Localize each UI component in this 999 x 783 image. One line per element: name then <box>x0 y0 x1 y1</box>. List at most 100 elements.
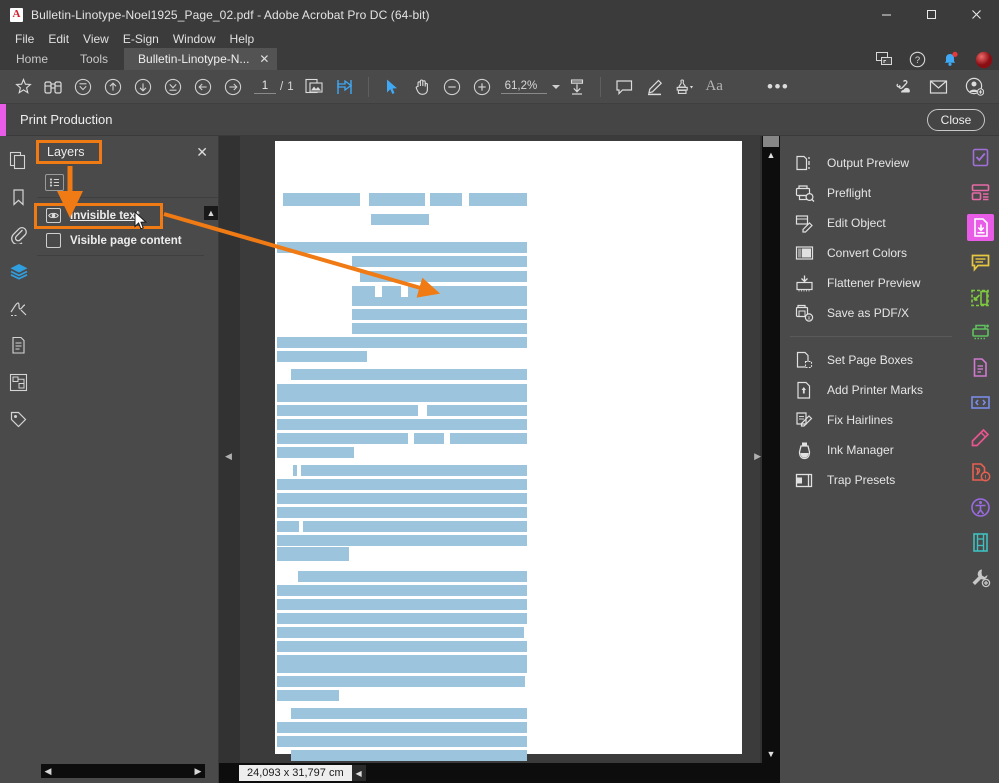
tool-output-preview[interactable]: Output Preview <box>780 148 962 178</box>
menu-edit[interactable]: Edit <box>41 30 76 48</box>
feedback-icon[interactable] <box>875 50 894 69</box>
notification-bell-icon[interactable] <box>941 50 960 69</box>
tab-document[interactable]: Bulletin-Linotype-N... ✕ <box>124 48 277 70</box>
status-collapse-icon[interactable]: ◀ <box>352 765 366 781</box>
layers-panel-vertical-scrollbar[interactable]: ▲ ▼ <box>204 206 218 783</box>
document-icon[interactable] <box>7 333 31 357</box>
attachments-icon[interactable] <box>7 222 31 246</box>
create-pdf-icon[interactable] <box>967 354 994 381</box>
fit-width-icon[interactable] <box>330 72 360 102</box>
layers-icon[interactable] <box>7 259 31 283</box>
menu-esign[interactable]: E-Sign <box>116 30 166 48</box>
menu-window[interactable]: Window <box>166 30 223 48</box>
document-scroll-up-icon[interactable]: ▲ <box>762 148 780 162</box>
star-icon[interactable] <box>8 72 38 102</box>
layer-row-visible-page-content[interactable]: Visible page content <box>37 229 218 252</box>
layer-row-invisible-text[interactable]: Invisible text <box>37 204 218 227</box>
back-icon[interactable] <box>188 72 218 102</box>
protect-icon[interactable]: ! <box>967 459 994 486</box>
menu-file[interactable]: File <box>8 30 41 48</box>
share-link-icon[interactable] <box>887 72 917 102</box>
scroll-up-icon[interactable]: ▲ <box>204 206 218 220</box>
zoom-in-icon[interactable] <box>467 72 497 102</box>
collapse-right-panel-icon[interactable]: ▶ <box>754 451 761 462</box>
user-avatar[interactable] <box>974 50 993 69</box>
more-tools-icon[interactable]: ••• <box>763 72 793 102</box>
content-icon[interactable] <box>7 370 31 394</box>
tab-close-icon[interactable]: ✕ <box>259 52 269 66</box>
prepare-form-icon[interactable] <box>967 389 994 416</box>
add-user-icon[interactable] <box>959 72 989 102</box>
first-page-icon[interactable] <box>68 72 98 102</box>
bookmarks-icon[interactable] <box>7 185 31 209</box>
edit-pdf-icon[interactable] <box>967 424 994 451</box>
zoom-level-value[interactable]: 61,2% <box>501 80 548 94</box>
binoculars-icon[interactable] <box>38 72 68 102</box>
help-icon[interactable]: ? <box>908 50 927 69</box>
last-page-icon[interactable] <box>158 72 188 102</box>
tab-home[interactable]: Home <box>0 48 64 70</box>
text-highlight-block <box>277 479 527 490</box>
accessibility-icon[interactable] <box>967 494 994 521</box>
download-icon[interactable] <box>562 72 592 102</box>
hand-tool-icon[interactable] <box>407 72 437 102</box>
document-vertical-scrollbar[interactable]: ▲ ▼ <box>762 136 780 763</box>
zoom-control[interactable]: 61,2% <box>501 80 561 94</box>
organize-pages-icon[interactable] <box>967 179 994 206</box>
tool-add-printer-marks[interactable]: Add Printer Marks <box>780 375 962 405</box>
layer-name-invisible-text[interactable]: Invisible text <box>70 210 140 222</box>
document-scroll-down-icon[interactable]: ▼ <box>762 747 780 761</box>
menu-view[interactable]: View <box>76 30 116 48</box>
maximize-button[interactable] <box>909 0 954 29</box>
close-icon[interactable]: ✕ <box>196 144 208 161</box>
scan-ocr-icon[interactable] <box>967 319 994 346</box>
layer-visibility-toggle-visible-page-content[interactable] <box>46 233 61 248</box>
scroll-right-icon[interactable]: ▶ <box>191 764 205 778</box>
comment-icon[interactable] <box>967 249 994 276</box>
email-icon[interactable] <box>923 72 953 102</box>
menu-help[interactable]: Help <box>223 30 262 48</box>
fill-sign-icon[interactable] <box>967 144 994 171</box>
layer-visibility-toggle-invisible-text[interactable] <box>46 208 61 223</box>
signatures-icon[interactable] <box>7 296 31 320</box>
tool-save-as-pdfx[interactable]: X Save as PDF/X <box>780 298 962 328</box>
tool-set-page-boxes[interactable]: Set Page Boxes <box>780 345 962 375</box>
collapse-left-panel-icon[interactable]: ◀ <box>225 451 232 462</box>
crop-pages-icon[interactable] <box>967 284 994 311</box>
page-number-input[interactable]: 1 <box>254 80 276 94</box>
rich-media-icon[interactable] <box>967 529 994 556</box>
tab-tools[interactable]: Tools <box>64 48 124 70</box>
close-window-button[interactable] <box>954 0 999 29</box>
text-tool-icon[interactable]: Aa <box>699 72 729 102</box>
forward-icon[interactable] <box>218 72 248 102</box>
select-tool-icon[interactable] <box>377 72 407 102</box>
page-thumbnails-icon[interactable] <box>7 148 31 172</box>
zoom-out-icon[interactable] <box>437 72 467 102</box>
text-highlight-block <box>291 369 527 380</box>
pdf-page[interactable] <box>275 141 742 754</box>
highlight-icon[interactable] <box>639 72 669 102</box>
print-production-icon[interactable] <box>967 214 994 241</box>
tool-flattener-preview[interactable]: Flattener Preview <box>780 268 962 298</box>
stamp-icon[interactable] <box>669 72 699 102</box>
layer-options-icon[interactable] <box>45 174 64 191</box>
next-page-icon[interactable] <box>128 72 158 102</box>
tool-ink-manager[interactable]: Ink Manager <box>780 435 962 465</box>
previous-page-icon[interactable] <box>98 72 128 102</box>
text-highlight-block <box>277 722 527 733</box>
tags-icon[interactable] <box>7 407 31 431</box>
scroll-left-icon[interactable]: ◀ <box>41 764 55 778</box>
tool-convert-colors[interactable]: Convert Colors <box>780 238 962 268</box>
more-tools-icon[interactable] <box>967 564 994 591</box>
chevron-down-icon[interactable] <box>552 85 560 89</box>
layers-panel-horizontal-scrollbar[interactable]: ◀ ▶ <box>41 764 205 778</box>
scrollbar-thumb[interactable] <box>763 136 779 147</box>
comment-icon[interactable] <box>609 72 639 102</box>
page-thumbnail-icon[interactable] <box>300 72 330 102</box>
close-print-production-button[interactable]: Close <box>927 109 985 131</box>
tool-trap-presets[interactable]: Trap Presets <box>780 465 962 495</box>
tool-preflight[interactable]: Preflight <box>780 178 962 208</box>
tool-edit-object[interactable]: Edit Object <box>780 208 962 238</box>
tool-fix-hairlines[interactable]: Fix Hairlines <box>780 405 962 435</box>
minimize-button[interactable] <box>864 0 909 29</box>
